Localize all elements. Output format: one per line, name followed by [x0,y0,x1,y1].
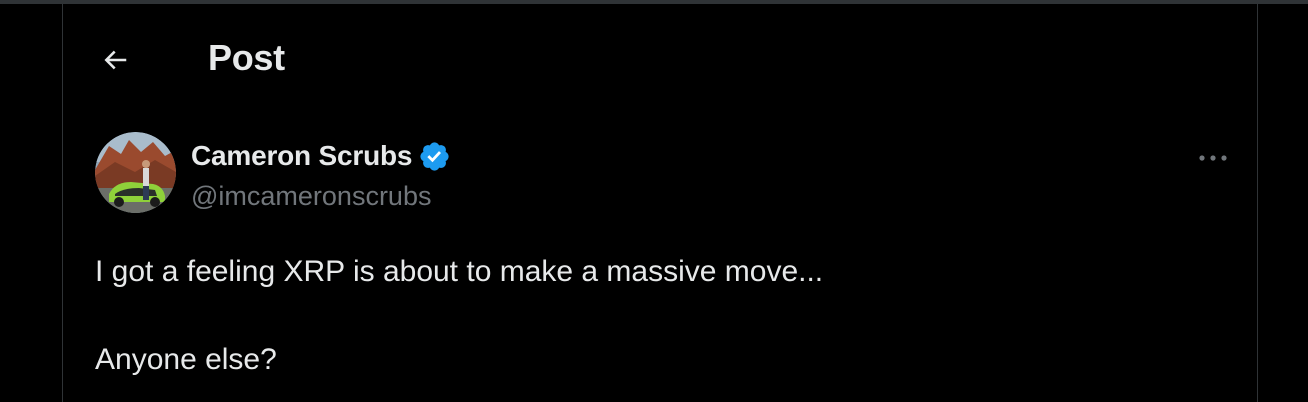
more-horizontal-icon [1199,155,1227,161]
page-title: Post [208,37,285,78]
post-header: Post [63,4,1257,110]
author-display-name[interactable]: Cameron Scrubs [191,140,412,172]
author-handle[interactable]: @imcameronscrubs [191,178,431,214]
back-button[interactable] [91,36,139,84]
post-text-line: I got a feeling XRP is about to make a m… [95,255,824,288]
more-options-button[interactable] [1191,136,1235,180]
author-name-row: Cameron Scrubs [191,136,451,176]
avatar-photo [95,132,176,213]
avatar[interactable] [95,132,176,213]
verified-badge-icon[interactable] [418,140,451,173]
post-text-line: Anyone else? [95,343,277,376]
post-text: I got a feeling XRP is about to make a m… [95,250,1225,382]
arrow-left-icon [104,50,127,70]
main-column: Post Cameron Scrubs @imcameronscrubs I g… [62,4,1258,402]
